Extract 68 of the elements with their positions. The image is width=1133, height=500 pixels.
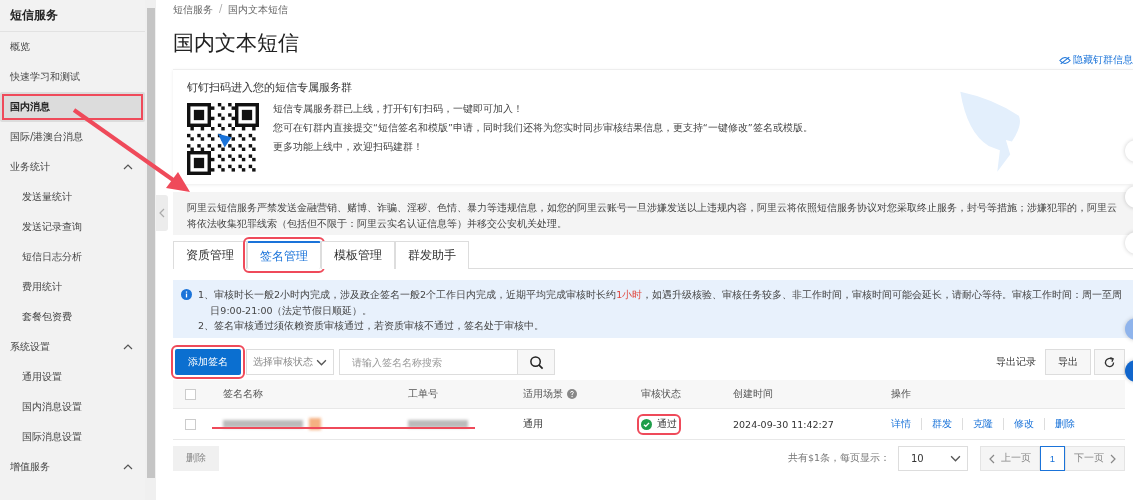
- card-title: 钉钉扫码进入您的短信专属服务群: [187, 80, 353, 95]
- chevron-icon: [950, 455, 961, 462]
- chevron-icon: [316, 358, 327, 366]
- sidebar-item[interactable]: 快速学习和测试: [0, 62, 145, 92]
- column-header: 适用场景: [523, 387, 563, 401]
- action-link[interactable]: 删除: [1055, 417, 1075, 431]
- warning-text: 阿里云短信服务严禁发送金融营销、赌博、诈骗、淫秽、色情、暴力等违规信息，如您的阿里云账号一旦涉嫌发送以上违规内容，阿里云将依照短信服务协议对您采取终止服务，封号等措施；涉嫌犯罪的，阿里云将依法收集犯罪线索（包括但不限于：阿里云实名认证信息等）并移交公安机关处理。: [173, 192, 1133, 235]
- export-button[interactable]: 导出: [1045, 349, 1091, 375]
- column-header: 操作: [891, 387, 911, 401]
- page-size-select[interactable]: 10: [898, 446, 968, 471]
- card-text: 短信专属服务群已上线，打开钉钉扫码，一键即可加入！: [273, 103, 524, 116]
- search-icon: [528, 354, 544, 370]
- sidebar-item[interactable]: 短信日志分析: [0, 242, 145, 272]
- sidebar-item[interactable]: 业务统计: [0, 152, 145, 182]
- table-cell: 2024-09-30 11:42:27: [733, 418, 834, 430]
- help-icon[interactable]: [567, 389, 577, 399]
- qr-code-icon: [187, 103, 259, 175]
- total-text: 共有$1条，每页显示：: [787, 452, 890, 465]
- chevron-right-icon: [1110, 453, 1116, 464]
- page-title: 国内文本短信: [173, 30, 299, 57]
- refresh-icon: [1103, 355, 1116, 369]
- sidebar-item[interactable]: 国内消息设置: [0, 392, 145, 422]
- tab[interactable]: 模板管理: [321, 241, 395, 269]
- checkbox[interactable]: [185, 418, 196, 430]
- page-button[interactable]: 1: [1040, 446, 1065, 471]
- notice-text: 1、审核时长一般2小时内完成，涉及政企签名一般2个工作日内完成，近期平均完成审核时长约1小时，如遇升级核验、审核任务较多、非工作时间，审核时间可能会延长，请耐心等待。审核工作时间：周一至周日9:00-21:00（法定节假日顺延）。: [198, 288, 1124, 318]
- sidebar-item[interactable]: 增值服务: [0, 452, 145, 482]
- sidebar-item[interactable]: 国内消息: [0, 92, 145, 122]
- sidebar-item[interactable]: 概览: [0, 32, 145, 62]
- column-header: 工单号: [408, 387, 438, 401]
- sidebar-item[interactable]: 发送量统计: [0, 182, 145, 212]
- eye-icon: [1059, 55, 1071, 65]
- search-button[interactable]: [518, 349, 555, 375]
- chevron-left-icon: [989, 453, 995, 464]
- collapse-handle[interactable]: [156, 195, 168, 231]
- tab[interactable]: 资质管理: [173, 241, 247, 269]
- action-link[interactable]: 克隆: [973, 417, 993, 431]
- hide-group-link[interactable]: 隐藏钉群信息: [1059, 53, 1133, 67]
- breadcrumb-separator: /: [219, 3, 223, 16]
- action-link[interactable]: 详情: [891, 417, 911, 431]
- sidebar-item[interactable]: 国际/港澳台消息: [0, 122, 145, 152]
- redacted-number: [408, 420, 468, 428]
- card-text: 更多功能上线中，欢迎扫码建群！: [273, 140, 424, 154]
- action-link[interactable]: 修改: [1014, 417, 1034, 431]
- sidebar-item[interactable]: 套餐包资费: [0, 302, 145, 332]
- action-link[interactable]: 群发: [932, 417, 952, 431]
- notice-text: 2、签名审核通过须依赖资质审核通过，若资质审核不通过，签名处于审核中。: [198, 319, 546, 334]
- info-icon: [181, 289, 192, 300]
- sidebar-item[interactable]: 系统设置: [0, 332, 145, 362]
- column-header: 创建时间: [733, 387, 773, 401]
- card-text: 您可在钉群内直接提交“短信签名和模版”申请，同时我们还将为您实时同步审核结果信息，更支持“一键修改”签名或模版。: [273, 121, 813, 135]
- sidebar-item[interactable]: 发送记录查询: [0, 212, 145, 242]
- scrollbar[interactable]: [145, 0, 156, 500]
- breadcrumb-link[interactable]: 国内文本短信: [228, 3, 289, 17]
- checkbox[interactable]: [185, 388, 196, 400]
- refresh-button[interactable]: [1094, 349, 1125, 375]
- column-header: 签名名称: [223, 387, 263, 401]
- sidebar-item[interactable]: 通用设置: [0, 362, 145, 392]
- sidebar-item[interactable]: 费用统计: [0, 272, 145, 302]
- breadcrumb-link[interactable]: 短信服务: [173, 3, 213, 17]
- status-select[interactable]: 选择审核状态: [246, 349, 334, 375]
- column-header: 审核状态: [641, 387, 681, 401]
- export-records-link[interactable]: 导出记录: [996, 355, 1036, 369]
- status-label: 通过: [641, 417, 677, 431]
- sidebar-item[interactable]: 国际消息设置: [0, 422, 145, 452]
- table-cell: 通用: [523, 417, 543, 431]
- tab[interactable]: 群发助手: [395, 241, 469, 269]
- search-field[interactable]: 请输入签名名称搜索: [339, 349, 518, 375]
